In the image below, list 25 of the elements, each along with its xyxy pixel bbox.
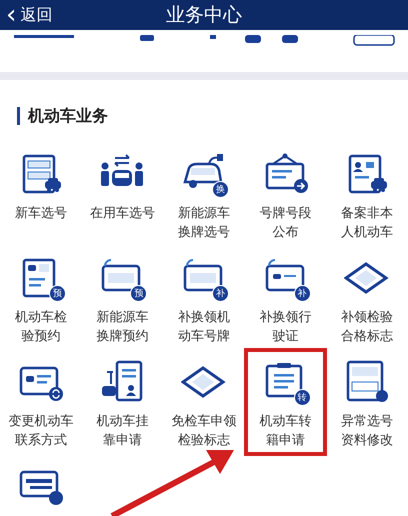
icon-badge: 换 [212, 181, 229, 198]
hook-document-icon [99, 360, 146, 404]
icon-badge: 补 [294, 285, 311, 302]
service-label[interactable]: 机动车转 籍申请 [260, 412, 312, 450]
section-title: 机动车业务 [28, 105, 108, 127]
icon-badge: 预 [130, 285, 148, 302]
service-label[interactable]: 变更机动车 联系方式 [8, 412, 74, 450]
icon-badge: 补 [212, 285, 229, 302]
service-label[interactable]: 新车选号 [14, 204, 67, 223]
service-label[interactable]: 补换领机 动车号牌 [178, 308, 230, 346]
icon-badge: 预 [48, 285, 66, 302]
service-label[interactable]: 机动车挂 靠申请 [96, 412, 148, 450]
service-label[interactable]: 新能源车 换牌预约 [96, 308, 148, 346]
icon-badge: 转 [294, 389, 311, 406]
service-label[interactable]: 备案非本 人机动车 [341, 204, 394, 242]
service-label[interactable]: 机动车检 验预约 [14, 308, 67, 346]
service-label[interactable]: 号牌号段 公布 [260, 204, 312, 242]
document-icon [344, 360, 390, 404]
page-title: 业务中心 [166, 3, 242, 28]
service-label[interactable]: 新能源车 换牌选号 [178, 204, 230, 242]
service-label[interactable]: 补领检验 合格标志 [341, 308, 394, 346]
service-label[interactable]: 异常选号 资料修改 [341, 412, 394, 450]
service-label[interactable]: 在用车选号 [90, 204, 155, 223]
service-label[interactable]: 补换领行 驶证 [260, 308, 312, 346]
service-label[interactable]: 免检车申领 检验标志 [171, 412, 236, 450]
